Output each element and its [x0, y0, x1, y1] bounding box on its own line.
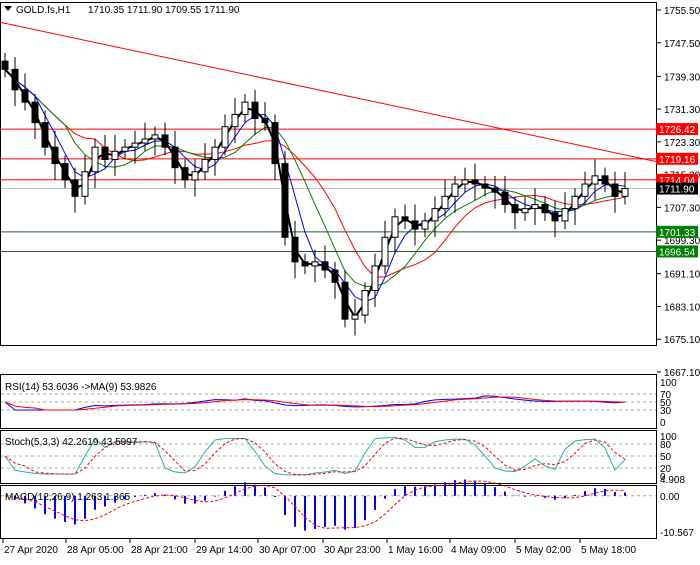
price-tick-label: 1723.30 [664, 138, 700, 149]
price-tick-label: 1747.50 [664, 39, 700, 50]
time-tick-label: 27 Apr 2020 [4, 545, 58, 556]
rsi-tick-label: 30 [660, 406, 672, 417]
rsi-tick-label: 100 [660, 378, 677, 389]
svg-text:1719.16: 1719.16 [659, 155, 696, 166]
price-tick-label: 1755.50 [664, 6, 700, 17]
price-tick-label: 1707.30 [664, 203, 700, 214]
level-label: 1711.90 [656, 182, 698, 196]
price-tick-label: 1683.10 [664, 302, 700, 313]
time-tick-label: 30 Apr 07:00 [259, 545, 316, 556]
price-tick-label: 1675.10 [664, 335, 700, 346]
symbol-label: GOLD.fs,H1 [16, 5, 71, 16]
macd-tick-label: 4.908 [660, 475, 685, 486]
time-tick-label: 5 May 18:00 [581, 545, 636, 556]
time-tick-label: 30 Apr 23:00 [324, 545, 381, 556]
time-tick-label: 1 May 16:00 [388, 545, 443, 556]
candle[interactable] [281, 151, 289, 246]
level-label: 1701.33 [656, 225, 698, 239]
price-tick-label: 1731.30 [664, 105, 700, 116]
stoch-title: Stoch(5,3,3) 42.2619 43.5997 [5, 437, 138, 448]
time-tick-label: 4 May 09:00 [451, 545, 506, 556]
macd-tick-label: -10.567 [660, 528, 694, 539]
stoch-tick-label: 50 [660, 452, 672, 463]
rsi-title: RSI(14) 53.6036 ->MA(9) 53.9826 [5, 382, 157, 393]
level-label: 1726.42 [656, 123, 698, 136]
level-label: 1719.16 [656, 152, 698, 166]
svg-text:1726.42: 1726.42 [659, 125, 696, 136]
macd-tick-label: 0.00 [660, 492, 680, 503]
price-tick-label: 1691.10 [664, 270, 700, 281]
time-tick-label: 28 Apr 21:00 [131, 545, 188, 556]
ohlc-label: 1710.35 1711.90 1709.55 1711.90 [88, 5, 240, 16]
time-tick-label: 5 May 02:00 [516, 545, 571, 556]
trading-chart[interactable]: GOLD.fs,H1 1710.35 1711.90 1709.55 1711.… [0, 0, 700, 560]
svg-text:1711.90: 1711.90 [659, 185, 695, 196]
time-tick-label: 29 Apr 14:00 [196, 545, 253, 556]
svg-text:1696.54: 1696.54 [659, 247, 696, 258]
stoch-tick-label: 80 [660, 440, 672, 451]
time-tick-label: 28 Apr 05:00 [67, 545, 124, 556]
macd-title: MACD(12,26,9) 1.263 1.365 [5, 492, 131, 503]
svg-text:1701.33: 1701.33 [659, 228, 696, 239]
level-label: 1696.54 [656, 245, 698, 258]
rsi-tick-label: 0 [660, 418, 666, 429]
price-tick-label: 1739.30 [664, 72, 700, 83]
price-panel[interactable] [0, 2, 657, 346]
